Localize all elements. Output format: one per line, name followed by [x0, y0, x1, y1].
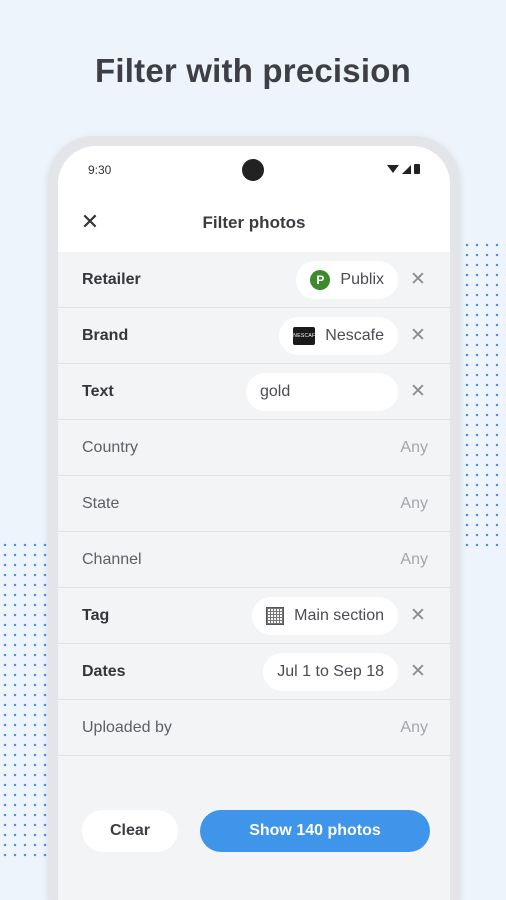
filter-label: Brand — [82, 327, 129, 344]
chip-label: Nescafe — [325, 327, 384, 344]
filter-label: Dates — [82, 663, 126, 680]
decorative-dot-pattern-right — [462, 240, 506, 552]
publix-logo-icon: P — [310, 270, 331, 290]
filter-list: Retailer P Publix ✕ Brand NESCAFE Nescaf… — [58, 252, 450, 756]
filter-value: Any — [400, 551, 428, 568]
nescafe-logo-icon: NESCAFE — [293, 327, 319, 345]
filter-label: Country — [82, 439, 139, 456]
filter-row-tag[interactable]: Tag Main section ✕ — [58, 588, 450, 644]
status-icons — [387, 164, 420, 174]
filter-row-brand[interactable]: Brand NESCAFE Nescafe ✕ — [58, 308, 450, 364]
filter-value: Any — [400, 439, 428, 456]
phone-screen: 9:30 ✕ Filter photos Retailer P Publix ✕ — [58, 146, 450, 900]
headline: Filter with precision — [95, 52, 411, 89]
chip-label: Main section — [294, 607, 384, 624]
filter-label: State — [82, 495, 120, 512]
filter-label: Channel — [82, 551, 142, 568]
remove-dates-icon[interactable]: ✕ — [406, 660, 430, 684]
clear-button[interactable]: Clear — [82, 810, 178, 852]
phone-frame: 9:30 ✕ Filter photos Retailer P Publix ✕ — [48, 136, 460, 900]
chip-label: Jul 1 to Sep 18 — [277, 663, 384, 680]
remove-retailer-icon[interactable]: ✕ — [406, 268, 430, 292]
filter-label: Tag — [82, 607, 110, 624]
filter-row-channel[interactable]: Channel Any — [58, 532, 450, 588]
text-filter-input[interactable]: gold — [246, 373, 398, 411]
status-time: 9:30 — [88, 163, 112, 177]
page-title: Filter photos — [202, 213, 306, 232]
chip-label: Publix — [340, 271, 384, 288]
brand-chip[interactable]: NESCAFE Nescafe — [279, 317, 398, 355]
filter-label: Uploaded by — [82, 719, 172, 736]
battery-icon — [414, 164, 420, 174]
filter-row-uploaded-by[interactable]: Uploaded by Any — [58, 700, 450, 756]
dates-chip[interactable]: Jul 1 to Sep 18 — [263, 653, 398, 691]
remove-brand-icon[interactable]: ✕ — [406, 324, 430, 348]
wifi-icon — [387, 165, 399, 173]
status-bar: 9:30 — [58, 146, 450, 196]
chip-label: gold — [260, 383, 291, 400]
filter-label: Retailer — [82, 271, 141, 288]
filter-row-dates[interactable]: Dates Jul 1 to Sep 18 ✕ — [58, 644, 450, 700]
decorative-dot-pattern-left — [0, 540, 48, 860]
grid-icon — [266, 607, 285, 625]
app-bar: ✕ Filter photos — [58, 196, 450, 252]
filter-row-state[interactable]: State Any — [58, 476, 450, 532]
remove-text-icon[interactable]: ✕ — [406, 380, 430, 404]
camera-cutout — [242, 159, 264, 181]
remove-tag-icon[interactable]: ✕ — [406, 604, 430, 628]
filter-row-retailer[interactable]: Retailer P Publix ✕ — [58, 252, 450, 308]
filter-label: Text — [82, 383, 114, 400]
retailer-chip[interactable]: P Publix — [296, 261, 398, 299]
show-photos-button[interactable]: Show 140 photos — [200, 810, 430, 852]
filter-value: Any — [400, 495, 428, 512]
tag-chip[interactable]: Main section — [252, 597, 398, 635]
signal-icon — [402, 164, 411, 174]
filter-row-text[interactable]: Text gold ✕ — [58, 364, 450, 420]
filter-value: Any — [400, 719, 428, 736]
filter-row-country[interactable]: Country Any — [58, 420, 450, 476]
